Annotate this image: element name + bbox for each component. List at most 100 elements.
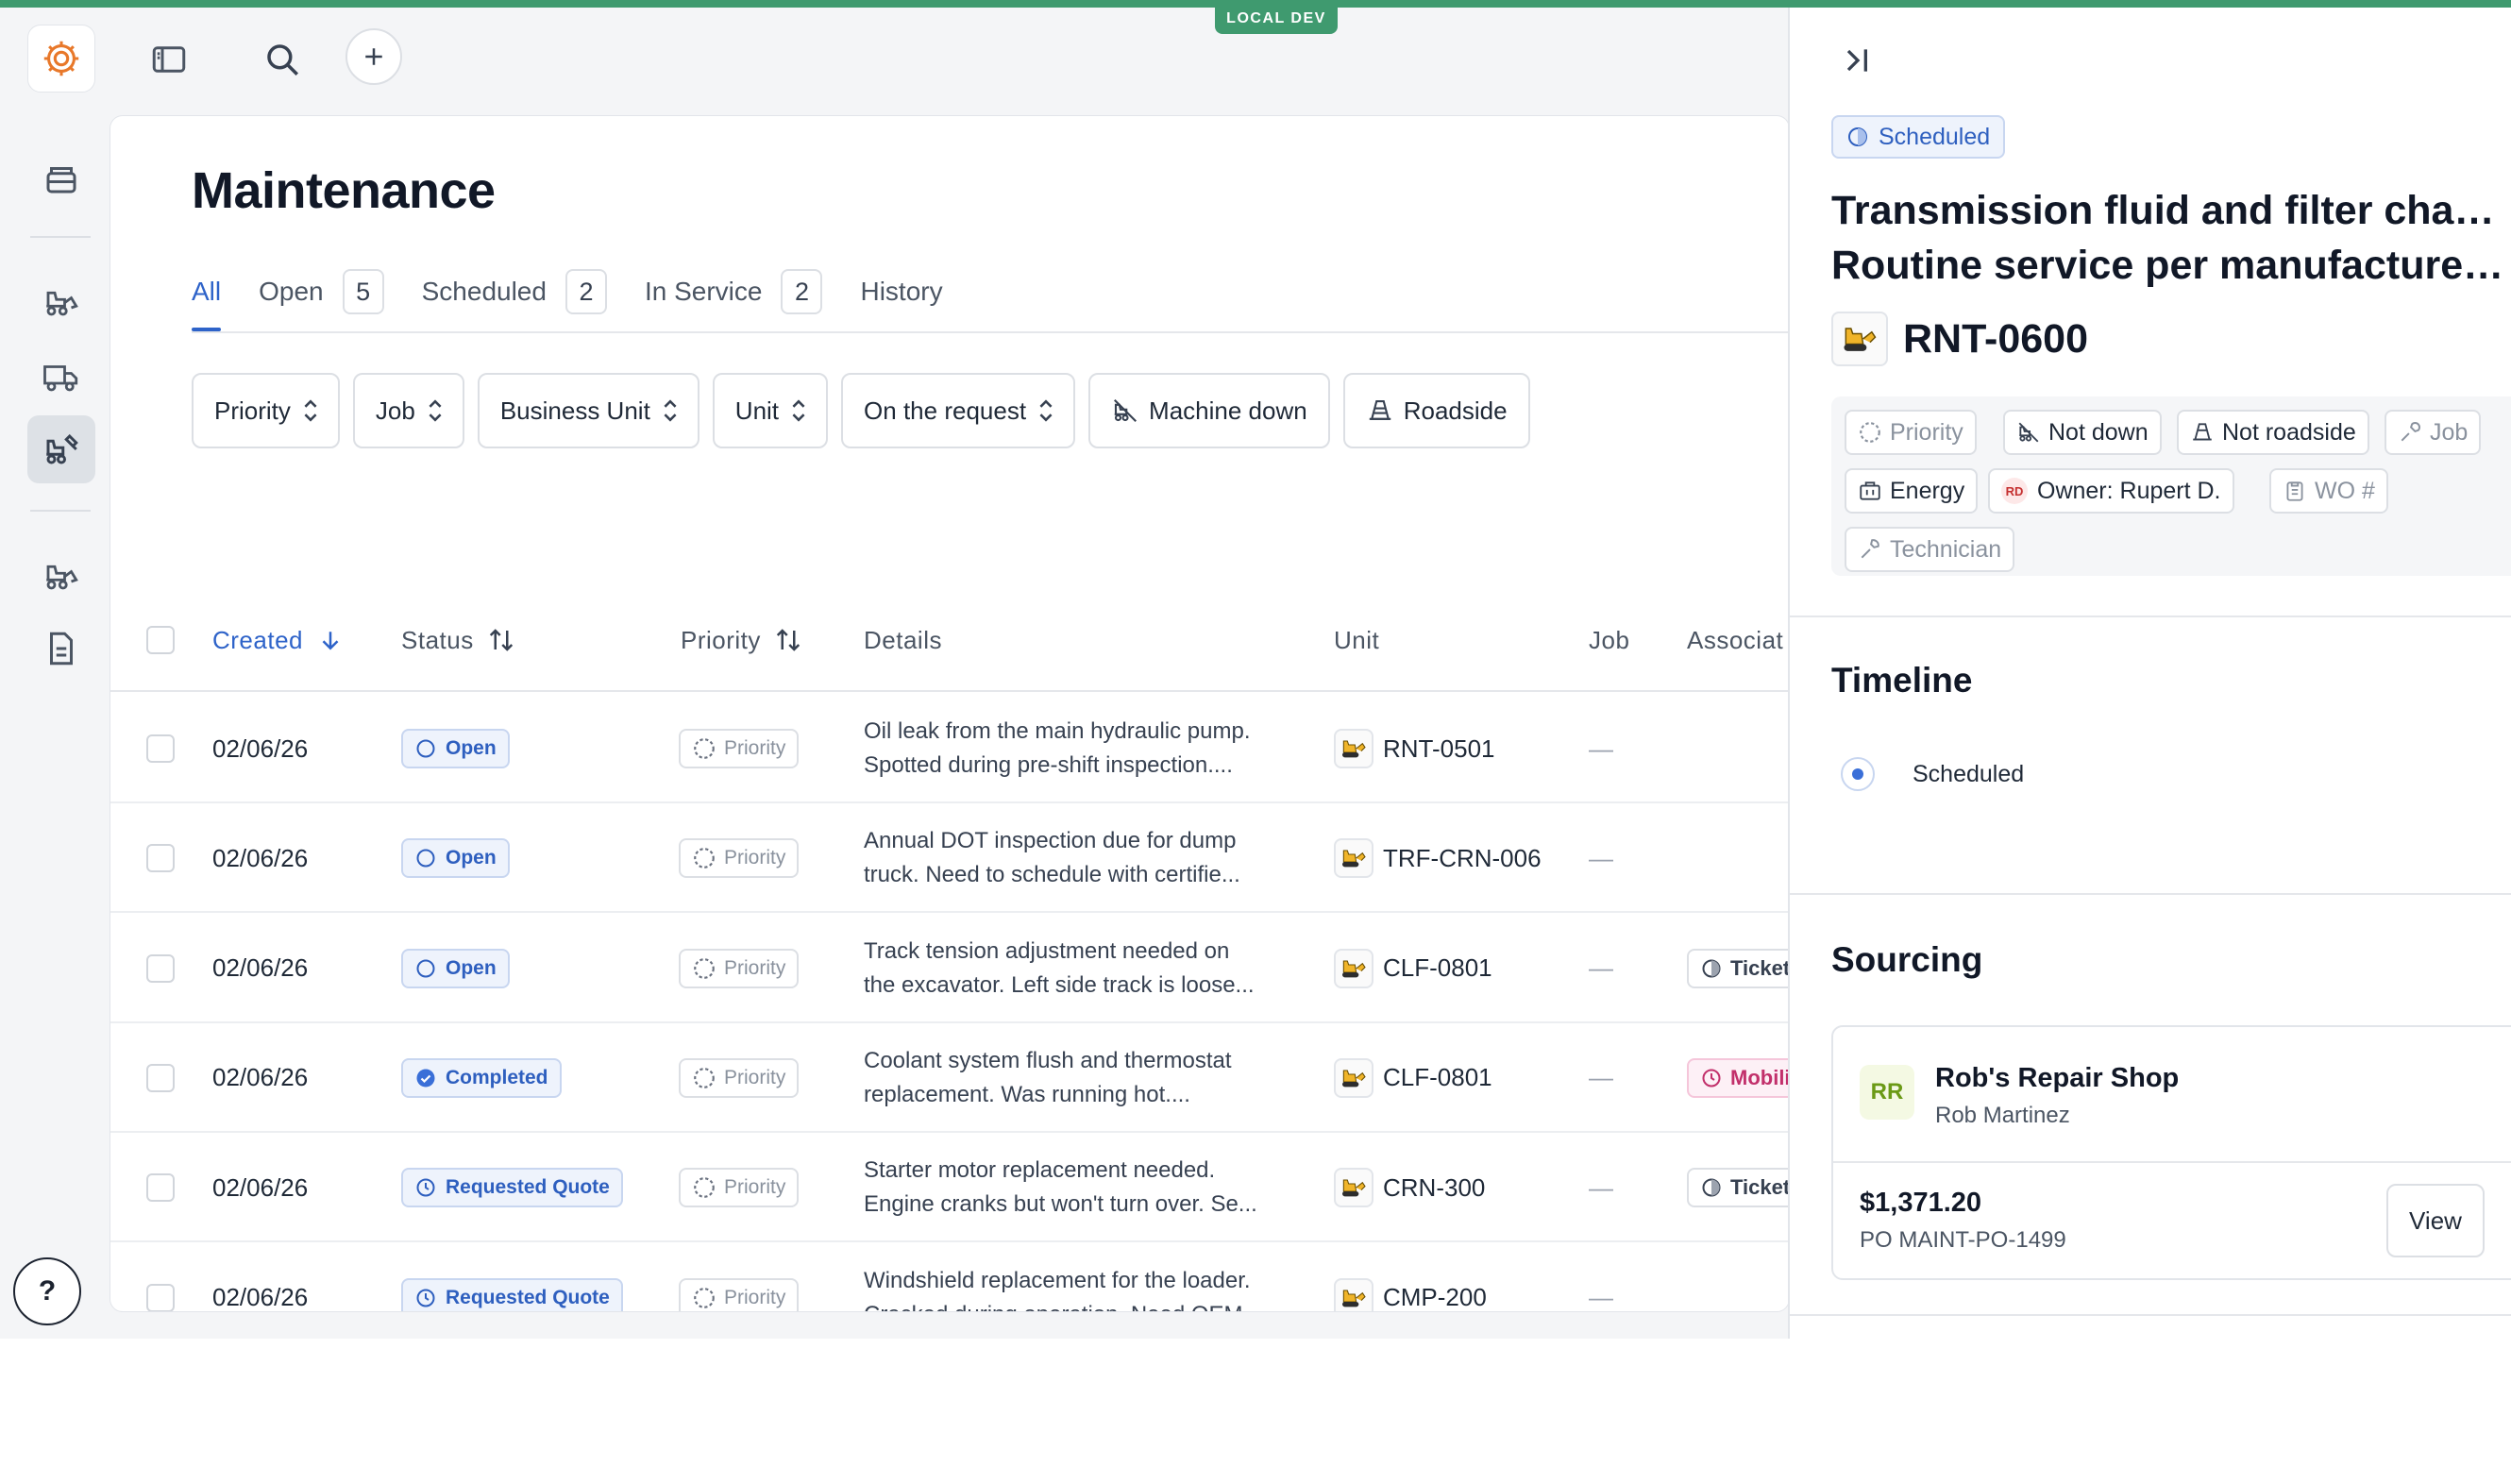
- chevron-updown-icon: [792, 397, 805, 424]
- table-row[interactable]: 02/06/26 Open Priority Oil leak from the ma…: [110, 694, 1789, 803]
- status-label: Requested Quote: [446, 1176, 610, 1199]
- status-badge[interactable]: Requested Quote: [401, 1277, 623, 1311]
- priority-badge[interactable]: Priority: [679, 838, 800, 879]
- document-icon[interactable]: [40, 627, 83, 670]
- status-badge[interactable]: Completed: [401, 1057, 562, 1098]
- associated-badge[interactable]: Ticket: [1687, 1168, 1789, 1208]
- add-button[interactable]: [345, 28, 402, 85]
- panel-unit[interactable]: RNT-0600: [1831, 312, 2088, 366]
- maintenance-icon[interactable]: [38, 428, 85, 471]
- truck-icon[interactable]: [38, 355, 85, 398]
- owner-avatar: RD: [2001, 478, 2028, 504]
- priority-chip[interactable]: Priority: [1845, 410, 1977, 455]
- row-checkbox[interactable]: [146, 1283, 175, 1311]
- unit-cell[interactable]: CRN-300: [1334, 1133, 1485, 1242]
- priority-badge[interactable]: Priority: [679, 948, 800, 988]
- status-label: Scheduled: [1879, 123, 1991, 150]
- status-badge[interactable]: Open: [401, 838, 510, 879]
- associated-cell: Ticket: [1687, 1133, 1789, 1242]
- tab-history[interactable]: History: [860, 258, 942, 326]
- job-filter[interactable]: Job: [352, 373, 464, 448]
- chip-label: Not down: [2048, 418, 2149, 446]
- associated-badge[interactable]: Ticket: [1687, 948, 1789, 988]
- tab-open[interactable]: Open 5: [259, 258, 384, 326]
- unit-cell[interactable]: CLF-0801: [1334, 914, 1492, 1023]
- equipment-icon[interactable]: [38, 553, 85, 597]
- technician-chip[interactable]: Technician: [1845, 527, 2015, 572]
- priority-badge[interactable]: Priority: [679, 1168, 800, 1208]
- loader-thumbnail-icon: [1334, 948, 1373, 988]
- page-title: Maintenance: [192, 162, 496, 219]
- priority-filter[interactable]: Priority: [192, 373, 340, 448]
- on-request-filter[interactable]: On the request: [841, 373, 1076, 448]
- col-priority[interactable]: Priority: [681, 588, 802, 692]
- tab-all[interactable]: All: [192, 258, 222, 331]
- details-text: Annual DOT inspection due for dump truck.…: [864, 824, 1307, 892]
- unit-cell[interactable]: CLF-0801: [1334, 1023, 1492, 1133]
- machine-down-toggle[interactable]: Machine down: [1088, 373, 1330, 448]
- col-associated: Associat: [1687, 588, 1783, 692]
- loader-icon[interactable]: [38, 279, 85, 323]
- associated-badge[interactable]: Mobili: [1687, 1057, 1789, 1098]
- created-cell: 02/06/26: [212, 734, 309, 763]
- row-checkbox[interactable]: [146, 844, 175, 873]
- status-cell: Requested Quote: [401, 1133, 623, 1242]
- priority-badge[interactable]: Priority: [679, 1277, 800, 1311]
- filter-label: Business Unit: [499, 396, 650, 425]
- sidebar-toggle-icon[interactable]: [147, 38, 191, 81]
- col-created[interactable]: Created: [212, 588, 345, 692]
- request-title[interactable]: Transmission fluid and filter change. Ro…: [1831, 183, 2511, 293]
- status-badge[interactable]: Open: [401, 729, 510, 768]
- wo-number-chip[interactable]: WO #: [2269, 468, 2388, 514]
- loader-thumbnail-icon: [1831, 312, 1888, 366]
- table-row[interactable]: 02/06/26 Requested Quote Priority Windshiel…: [110, 1243, 1789, 1311]
- view-button[interactable]: View: [2386, 1184, 2485, 1257]
- collapse-panel-icon[interactable]: [1839, 42, 1877, 79]
- tab-scheduled[interactable]: Scheduled 2: [422, 258, 607, 326]
- vendor-card[interactable]: RR Rob's Repair Shop Rob Martinez $1,371…: [1831, 1025, 2511, 1280]
- table-row[interactable]: 02/06/26 Requested Quote Priority Starter m…: [110, 1133, 1789, 1243]
- details-line: Engine cranks but won't turn over. Se...: [864, 1191, 1257, 1218]
- status-badge[interactable]: Open: [401, 948, 510, 988]
- env-tag: LOCAL DEV: [1215, 6, 1338, 34]
- app-logo[interactable]: [27, 25, 95, 93]
- inbox-icon[interactable]: [40, 157, 83, 200]
- priority-badge[interactable]: Priority: [679, 729, 800, 768]
- business-unit-filter[interactable]: Business Unit: [477, 373, 699, 448]
- row-checkbox[interactable]: [146, 1173, 175, 1203]
- col-status[interactable]: Status: [401, 588, 515, 692]
- details-cell: Coolant system flush and thermostat repla…: [864, 1023, 1307, 1133]
- row-checkbox[interactable]: [146, 1063, 175, 1092]
- unit-cell[interactable]: RNT-0501: [1334, 694, 1495, 803]
- filter-label: Unit: [734, 396, 780, 425]
- roadside-toggle[interactable]: Roadside: [1342, 373, 1530, 448]
- priority-label: Priority: [724, 847, 786, 869]
- col-label: Unit: [1334, 625, 1380, 654]
- tab-in-service[interactable]: In Service 2: [645, 258, 823, 326]
- help-icon[interactable]: ?: [13, 1257, 81, 1325]
- job-cell: —: [1589, 1283, 1613, 1311]
- status-badge[interactable]: Scheduled: [1831, 115, 2006, 159]
- business-unit-chip[interactable]: Energy: [1845, 468, 1979, 514]
- owner-chip[interactable]: RD Owner: Rupert D.: [1988, 468, 2234, 514]
- job-chip[interactable]: Job: [2385, 410, 2482, 455]
- search-icon[interactable]: [261, 38, 304, 81]
- table-row[interactable]: 02/06/26 Open Priority Track tension adjust…: [110, 914, 1789, 1023]
- unit-cell[interactable]: CMP-200: [1334, 1243, 1487, 1311]
- status-badge[interactable]: Requested Quote: [401, 1168, 623, 1208]
- unit-filter[interactable]: Unit: [712, 373, 829, 448]
- table-row[interactable]: 02/06/26 Open Priority Annual DOT inspectio…: [110, 803, 1789, 914]
- priority-badge[interactable]: Priority: [679, 1057, 800, 1098]
- not-roadside-chip[interactable]: Not roadside: [2177, 410, 2369, 455]
- table-row[interactable]: 02/06/26 Completed Priority Coolant system …: [110, 1023, 1789, 1133]
- priority-dashed-icon: [694, 1068, 715, 1088]
- row-checkbox[interactable]: [146, 953, 175, 983]
- select-all-checkbox[interactable]: [146, 626, 175, 654]
- created-cell: 02/06/26: [212, 953, 309, 983]
- details-line: replacement. Was running hot....: [864, 1081, 1190, 1107]
- row-checkbox[interactable]: [146, 734, 175, 763]
- unit-cell[interactable]: TRF-CRN-006: [1334, 803, 1542, 913]
- not-down-chip[interactable]: Not down: [2003, 410, 2162, 455]
- chevron-updown-icon: [304, 397, 317, 424]
- details-text: Oil leak from the main hydraulic pump. Sp…: [864, 715, 1307, 783]
